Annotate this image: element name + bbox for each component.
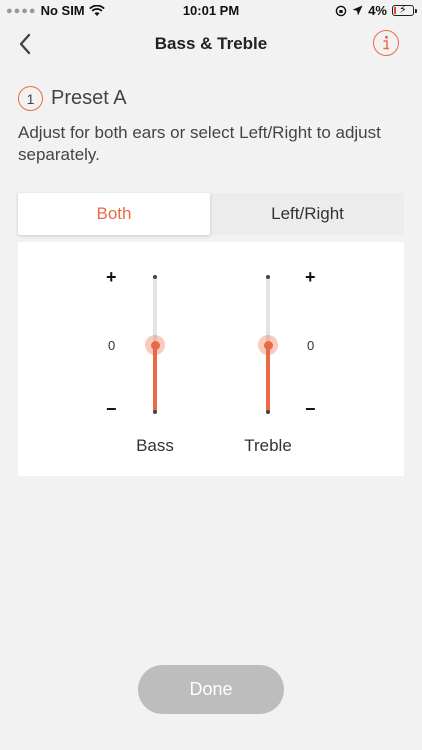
instructions-text: Adjust for both ears or select Left/Righ…: [18, 123, 381, 164]
lock-rotation-icon: [335, 5, 347, 16]
bass-top-endpoint: [153, 275, 157, 279]
done-button[interactable]: Done: [138, 665, 284, 714]
treble-top-endpoint: [266, 275, 270, 279]
bass-minus-label: −: [106, 399, 117, 419]
status-right: 4% ⚡: [335, 3, 417, 18]
info-icon: [383, 35, 389, 50]
treble-slider-thumb[interactable]: [263, 340, 273, 350]
eq-panel: + 0 − Bass Treble + 0 −: [18, 242, 404, 476]
page-title: Bass & Treble: [154, 34, 268, 53]
bass-bottom-endpoint: [153, 410, 157, 414]
bass-track-lower: [153, 345, 157, 412]
status-bar: ●●●● No SIM 10:01 PM 4% ⚡: [0, 0, 422, 22]
bass-label: Bass: [136, 436, 174, 455]
bass-plus-label: +: [106, 267, 117, 287]
treble-bottom-endpoint: [266, 410, 270, 414]
location-icon: [352, 5, 363, 16]
tab-both[interactable]: Both: [18, 193, 210, 235]
preset-header: 1 Preset A: [18, 86, 127, 111]
info-button[interactable]: [373, 30, 399, 56]
treble-label: Treble: [244, 436, 292, 455]
bass-slider-thumb[interactable]: [150, 340, 160, 350]
treble-plus-label: +: [305, 267, 316, 287]
preset-name: Preset A: [51, 87, 127, 109]
treble-minus-label: −: [305, 399, 316, 419]
navigation-bar: Bass & Treble: [0, 22, 422, 66]
treble-track-lower: [266, 345, 270, 412]
ear-selector: Both Left/Right: [18, 193, 404, 235]
battery-icon: ⚡: [392, 4, 417, 16]
tab-left-right[interactable]: Left/Right: [211, 193, 404, 235]
preset-number-badge: 1: [18, 86, 43, 111]
treble-zero-label: 0: [307, 338, 315, 353]
bass-zero-label: 0: [108, 338, 116, 353]
battery-percent: 4%: [368, 3, 387, 18]
